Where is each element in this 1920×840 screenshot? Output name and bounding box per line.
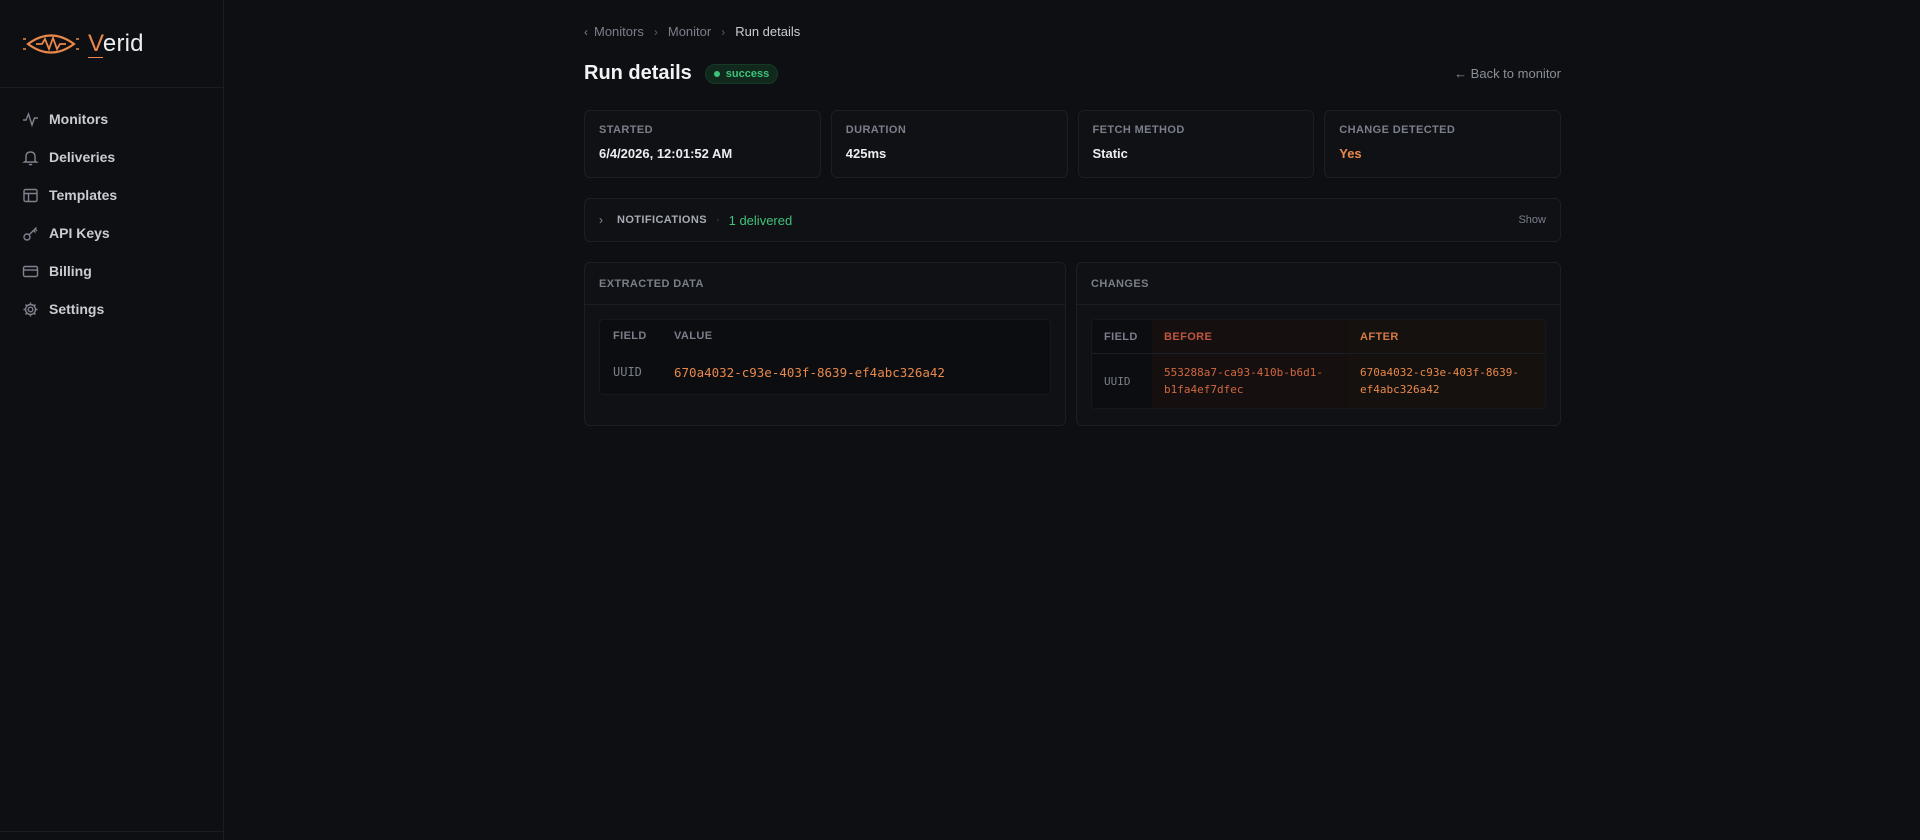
after-cell: 670a4032-c93e-403f-8639- ef4abc326a42 [1348, 354, 1545, 408]
value-cell: 670a4032-c93e-403f-8639-ef4abc326a42 [674, 364, 945, 380]
notifications-label: NOTIFICATIONS [617, 214, 707, 226]
changes-panel: CHANGES FIELD UUID BEFORE 553288a7-ca93-… [1076, 262, 1561, 426]
notifications-summary: 1 delivered [728, 212, 793, 228]
activity-icon [23, 111, 38, 127]
stat-label: CHANGE DETECTED [1339, 124, 1456, 136]
sidebar: Verid Monitors Deliveries Templates API … [0, 0, 224, 840]
column-header: FIELD [613, 330, 647, 342]
chevron-right-icon: › [721, 24, 726, 39]
breadcrumb-monitor[interactable]: Monitor [668, 24, 711, 39]
chevron-right-icon: › [653, 24, 658, 39]
breadcrumb: ‹ Monitors › Monitor › Run details [584, 24, 800, 39]
logo-icon [23, 33, 79, 54]
sidebar-item-label: Monitors [49, 111, 109, 127]
field-cell: UUID [1104, 374, 1131, 388]
field-column: FIELD UUID [1092, 320, 1152, 408]
sidebar-item-label: API Keys [49, 225, 110, 241]
sidebar-item-label: Deliveries [49, 149, 116, 165]
brand[interactable]: Verid [0, 0, 223, 88]
chevron-left-icon: ‹ [584, 24, 588, 39]
notifications-toggle[interactable]: Show [1518, 214, 1546, 226]
gear-icon [23, 302, 38, 316]
sidebar-item-label: Templates [49, 187, 118, 203]
stat-duration: DURATION 425ms [830, 110, 1068, 178]
layout-icon [23, 188, 38, 202]
sidebar-item-label: Billing [49, 263, 92, 279]
bell-icon [22, 150, 39, 165]
stat-fetch-method: FETCH METHOD Static [1077, 110, 1315, 178]
breadcrumb-current: Run details [735, 24, 801, 39]
stat-change-detected: CHANGE DETECTED Yes [1324, 110, 1561, 178]
brand-name: Verid [88, 29, 144, 58]
notifications-separator: · [715, 214, 720, 226]
notifications-panel[interactable]: › NOTIFICATIONS · 1 delivered Show [584, 198, 1561, 242]
field-cell: UUID [613, 365, 642, 379]
chevron-right-icon: › [599, 213, 603, 227]
column-header: VALUE [674, 330, 713, 342]
panel-title: CHANGES [1077, 263, 1560, 305]
changes-table: FIELD UUID BEFORE 553288a7-ca93-410b-b6d… [1091, 319, 1546, 409]
breadcrumb-monitors[interactable]: Monitors [594, 24, 644, 39]
table-row: UUID 670a4032-c93e-403f-8639-ef4abc326a4… [600, 352, 1050, 392]
after-column: AFTER 670a4032-c93e-403f-8639- ef4abc326… [1348, 320, 1545, 408]
extracted-data-panel: EXTRACTED DATA FIELD VALUE UUID 670a4032… [584, 262, 1066, 426]
column-header: AFTER [1348, 320, 1545, 354]
status-badge: success [704, 63, 779, 84]
status-dot-icon [713, 70, 720, 77]
extracted-data-table: FIELD VALUE UUID 670a4032-c93e-403f-8639… [599, 319, 1051, 395]
stat-label: STARTED [599, 124, 653, 136]
sidebar-item-api-keys[interactable]: API Keys [0, 214, 223, 252]
sidebar-item-templates[interactable]: Templates [0, 176, 223, 214]
table-header: FIELD VALUE [600, 320, 1050, 352]
sidebar-item-deliveries[interactable]: Deliveries [0, 138, 223, 176]
sidebar-item-monitors[interactable]: Monitors [0, 100, 223, 138]
title-row: Run details success ← Back to monitor [584, 62, 1561, 85]
stat-value: 6/4/2026, 12:01:52 AM [599, 146, 733, 161]
panels-row: EXTRACTED DATA FIELD VALUE UUID 670a4032… [584, 262, 1561, 426]
column-header: BEFORE [1152, 320, 1348, 354]
sidebar-item-settings[interactable]: Settings [0, 290, 223, 328]
before-value-line: 553288a7-ca93-410b-b6d1- [1164, 366, 1323, 379]
credit-card-icon [22, 265, 39, 277]
panel-title: EXTRACTED DATA [585, 263, 1065, 305]
key-icon [23, 226, 38, 241]
after-value-line: ef4abc326a42 [1360, 383, 1440, 396]
stats-row: STARTED 6/4/2026, 12:01:52 AM DURATION 4… [584, 110, 1561, 178]
page-title: Run details [584, 62, 692, 84]
column-header: FIELD [1092, 320, 1152, 354]
sidebar-item-label: Settings [49, 301, 105, 317]
after-value-line: 670a4032-c93e-403f-8639- [1360, 366, 1519, 379]
before-cell: 553288a7-ca93-410b-b6d1- b1fa4ef7dfec [1152, 354, 1348, 408]
stat-started: STARTED 6/4/2026, 12:01:52 AM [584, 110, 821, 178]
stat-value: Yes [1339, 146, 1362, 161]
stat-label: FETCH METHOD [1092, 124, 1185, 136]
back-to-monitor-link[interactable]: ← Back to monitor [1454, 66, 1561, 81]
before-value-line: b1fa4ef7dfec [1164, 383, 1244, 396]
stat-value: Static [1092, 146, 1128, 161]
status-badge-label: success [725, 67, 770, 80]
sidebar-divider [0, 831, 224, 832]
sidebar-item-billing[interactable]: Billing [0, 252, 223, 290]
before-column: BEFORE 553288a7-ca93-410b-b6d1- b1fa4ef7… [1152, 320, 1348, 408]
sidebar-nav: Monitors Deliveries Templates API Keys B… [0, 88, 223, 328]
stat-value: 425ms [845, 146, 887, 161]
stat-label: DURATION [845, 124, 907, 136]
